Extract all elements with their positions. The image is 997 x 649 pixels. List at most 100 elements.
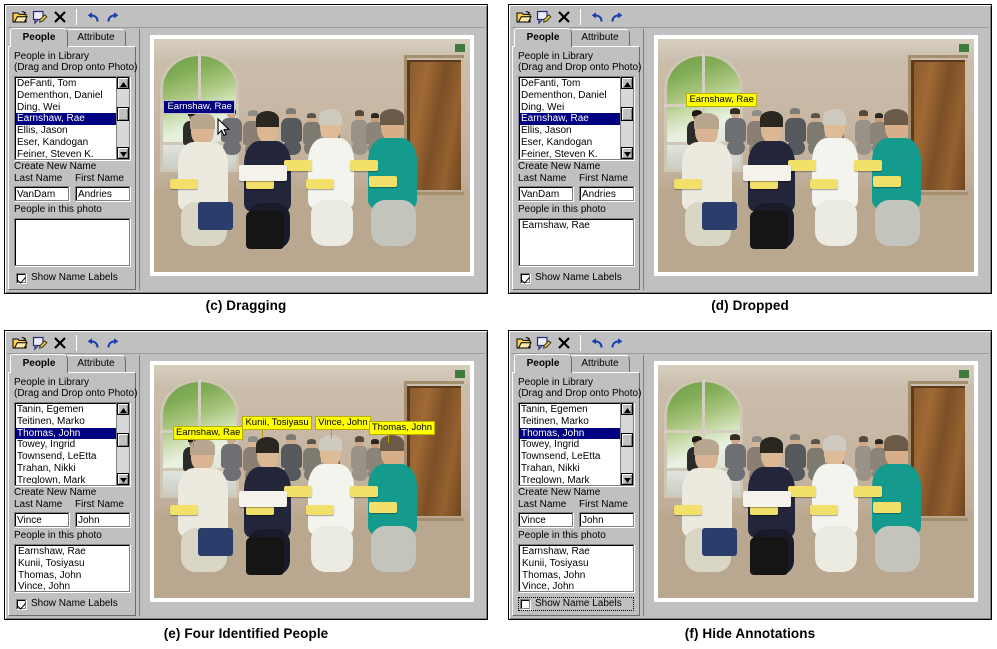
delete-x-button[interactable]	[50, 8, 70, 26]
annotate-note-button[interactable]	[30, 334, 50, 352]
photo-annotation-label[interactable]: Thomas, John	[368, 420, 436, 443]
photo-people-list-item[interactable]: Earnshaw, Rae	[17, 546, 127, 558]
show-name-labels-checkbox[interactable]	[16, 599, 26, 609]
scroll-up-button[interactable]	[117, 403, 129, 415]
tab-attribute[interactable]: Attribute	[570, 29, 630, 46]
library-list-item[interactable]: Ellis, Jason	[520, 125, 620, 137]
redo-button[interactable]	[103, 8, 123, 26]
tab-people[interactable]: People	[10, 28, 68, 47]
scroll-down-button[interactable]	[117, 473, 129, 485]
conference-room-photo[interactable]: Earnshaw, Rae	[658, 39, 974, 272]
library-list-item[interactable]: Townsend, LeEtta	[16, 451, 116, 463]
library-list-item[interactable]: Feiner, Steven K.	[520, 149, 620, 158]
library-list-item[interactable]: DeFanti, Tom	[16, 78, 116, 90]
open-folder-button[interactable]	[10, 8, 30, 26]
show-name-labels-row[interactable]: Show Name Labels	[14, 271, 130, 285]
show-name-labels-checkbox[interactable]	[16, 273, 26, 283]
library-list-item[interactable]: Ding, Wei	[520, 102, 620, 114]
conference-room-photo[interactable]	[658, 365, 974, 598]
photo-people-list-item[interactable]: Vince, John	[521, 581, 631, 591]
library-list-item[interactable]: Eser, Kandogan	[520, 137, 620, 149]
photo-people-list-item[interactable]: Kunii, Tosiyasu	[521, 558, 631, 570]
scrollbar-thumb[interactable]	[621, 433, 633, 447]
show-name-labels-checkbox[interactable]	[520, 273, 530, 283]
library-list-item[interactable]: DeFanti, Tom	[520, 78, 620, 90]
redo-button[interactable]	[103, 334, 123, 352]
drag-ghost-label[interactable]: Earnshaw, Rae	[163, 99, 235, 114]
annotate-note-button[interactable]	[534, 334, 554, 352]
redo-button[interactable]	[607, 334, 627, 352]
library-list-item[interactable]: Trahan, Nikki	[16, 463, 116, 475]
scrollbar-thumb[interactable]	[117, 433, 129, 447]
photo-people-list-item[interactable]: Earnshaw, Rae	[521, 546, 631, 558]
library-list-item[interactable]: Thomas, John	[520, 427, 620, 440]
photo-people-list-item[interactable]: Thomas, John	[521, 570, 631, 582]
tab-people[interactable]: People	[514, 28, 572, 47]
last-name-input[interactable]: Vince	[518, 512, 573, 527]
photo-annotation-label[interactable]: Earnshaw, Rae	[172, 425, 244, 448]
photo-people-list-item[interactable]: Earnshaw, Rae	[521, 220, 631, 232]
photo-viewer-pane[interactable]: Earnshaw, Rae	[643, 29, 988, 290]
show-name-labels-row[interactable]: Show Name Labels	[518, 271, 634, 285]
library-list-item[interactable]: Ding, Wei	[16, 102, 116, 114]
photo-people-list-item[interactable]: Thomas, John	[17, 570, 127, 582]
scroll-down-button[interactable]	[117, 147, 129, 159]
show-name-labels-checkbox[interactable]	[520, 599, 530, 609]
people-in-photo-listbox[interactable]: Earnshaw, Rae Kunii, Tosiyasu Thomas, John…	[518, 544, 634, 592]
library-list-item[interactable]: Dementhon, Daniel	[16, 90, 116, 102]
photo-annotation-label[interactable]: Kunii, Tosiyasu	[242, 416, 312, 439]
annotate-note-button[interactable]	[534, 8, 554, 26]
people-library-listbox[interactable]: DeFanti, Tom Dementhon, Daniel Ding, Wei Ea…	[518, 76, 634, 160]
library-list-item[interactable]: Townsend, LeEtta	[520, 451, 620, 463]
undo-button[interactable]	[83, 8, 103, 26]
library-list-item[interactable]: Tanin, Egemen	[16, 404, 116, 416]
photo-people-list-item[interactable]: Kunii, Tosiyasu	[17, 558, 127, 570]
photo-viewer-pane[interactable]: Earnshaw, Rae Kunii, Tosiyasu Vince, John T…	[139, 355, 484, 616]
first-name-input[interactable]: John	[579, 512, 634, 527]
library-scrollbar[interactable]	[620, 77, 633, 159]
library-list-item[interactable]: Thomas, John	[16, 427, 116, 440]
scroll-up-button[interactable]	[117, 77, 129, 89]
library-list-item[interactable]: Towey, Ingrid	[16, 439, 116, 451]
show-name-labels-row[interactable]: Show Name Labels	[518, 597, 634, 611]
photo-people-list-item[interactable]: Vince, John	[17, 581, 127, 591]
library-list-item[interactable]: Treglown, Mark	[16, 475, 116, 484]
scrollbar-thumb[interactable]	[117, 107, 129, 121]
undo-button[interactable]	[83, 334, 103, 352]
last-name-input[interactable]: VanDam	[14, 186, 69, 201]
last-name-input[interactable]: VanDam	[518, 186, 573, 201]
open-folder-button[interactable]	[514, 334, 534, 352]
library-list-item[interactable]: Feiner, Steven K.	[16, 149, 116, 158]
library-list-item[interactable]: Tanin, Egemen	[520, 404, 620, 416]
library-list-item[interactable]: Towey, Ingrid	[520, 439, 620, 451]
photo-viewer-pane[interactable]	[643, 355, 988, 616]
people-library-listbox[interactable]: Tanin, Egemen Teitinen, Marko Thomas, John…	[14, 402, 130, 486]
tab-attribute[interactable]: Attribute	[66, 29, 126, 46]
scroll-up-button[interactable]	[621, 77, 633, 89]
photo-viewer-pane[interactable]: Earnshaw, Rae	[139, 29, 484, 290]
delete-x-button[interactable]	[554, 334, 574, 352]
people-in-photo-listbox[interactable]: Earnshaw, Rae Kunii, Tosiyasu Thomas, John…	[14, 544, 130, 592]
photo-annotation-label[interactable]: Vince, John	[315, 416, 371, 439]
library-list-item[interactable]: Trahan, Nikki	[520, 463, 620, 475]
scroll-down-button[interactable]	[621, 147, 633, 159]
first-name-input[interactable]: Andries	[579, 186, 634, 201]
library-list-item[interactable]: Earnshaw, Rae	[16, 113, 116, 126]
first-name-input[interactable]: Andries	[75, 186, 130, 201]
conference-room-photo[interactable]: Earnshaw, Rae Kunii, Tosiyasu Vince, John T…	[154, 365, 470, 598]
library-list-item[interactable]: Ellis, Jason	[16, 125, 116, 137]
library-scrollbar[interactable]	[620, 403, 633, 485]
library-list-item[interactable]: Dementhon, Daniel	[520, 90, 620, 102]
library-scrollbar[interactable]	[116, 77, 129, 159]
last-name-input[interactable]: Vince	[14, 512, 69, 527]
scroll-down-button[interactable]	[621, 473, 633, 485]
tab-attribute[interactable]: Attribute	[570, 355, 630, 372]
library-list-item[interactable]: Teitinen, Marko	[16, 416, 116, 428]
people-library-listbox[interactable]: Tanin, Egemen Teitinen, Marko Thomas, John…	[518, 402, 634, 486]
tab-people[interactable]: People	[10, 354, 68, 373]
first-name-input[interactable]: John	[75, 512, 130, 527]
scroll-up-button[interactable]	[621, 403, 633, 415]
people-in-photo-listbox[interactable]	[14, 218, 130, 266]
library-list-item[interactable]: Teitinen, Marko	[520, 416, 620, 428]
open-folder-button[interactable]	[514, 8, 534, 26]
